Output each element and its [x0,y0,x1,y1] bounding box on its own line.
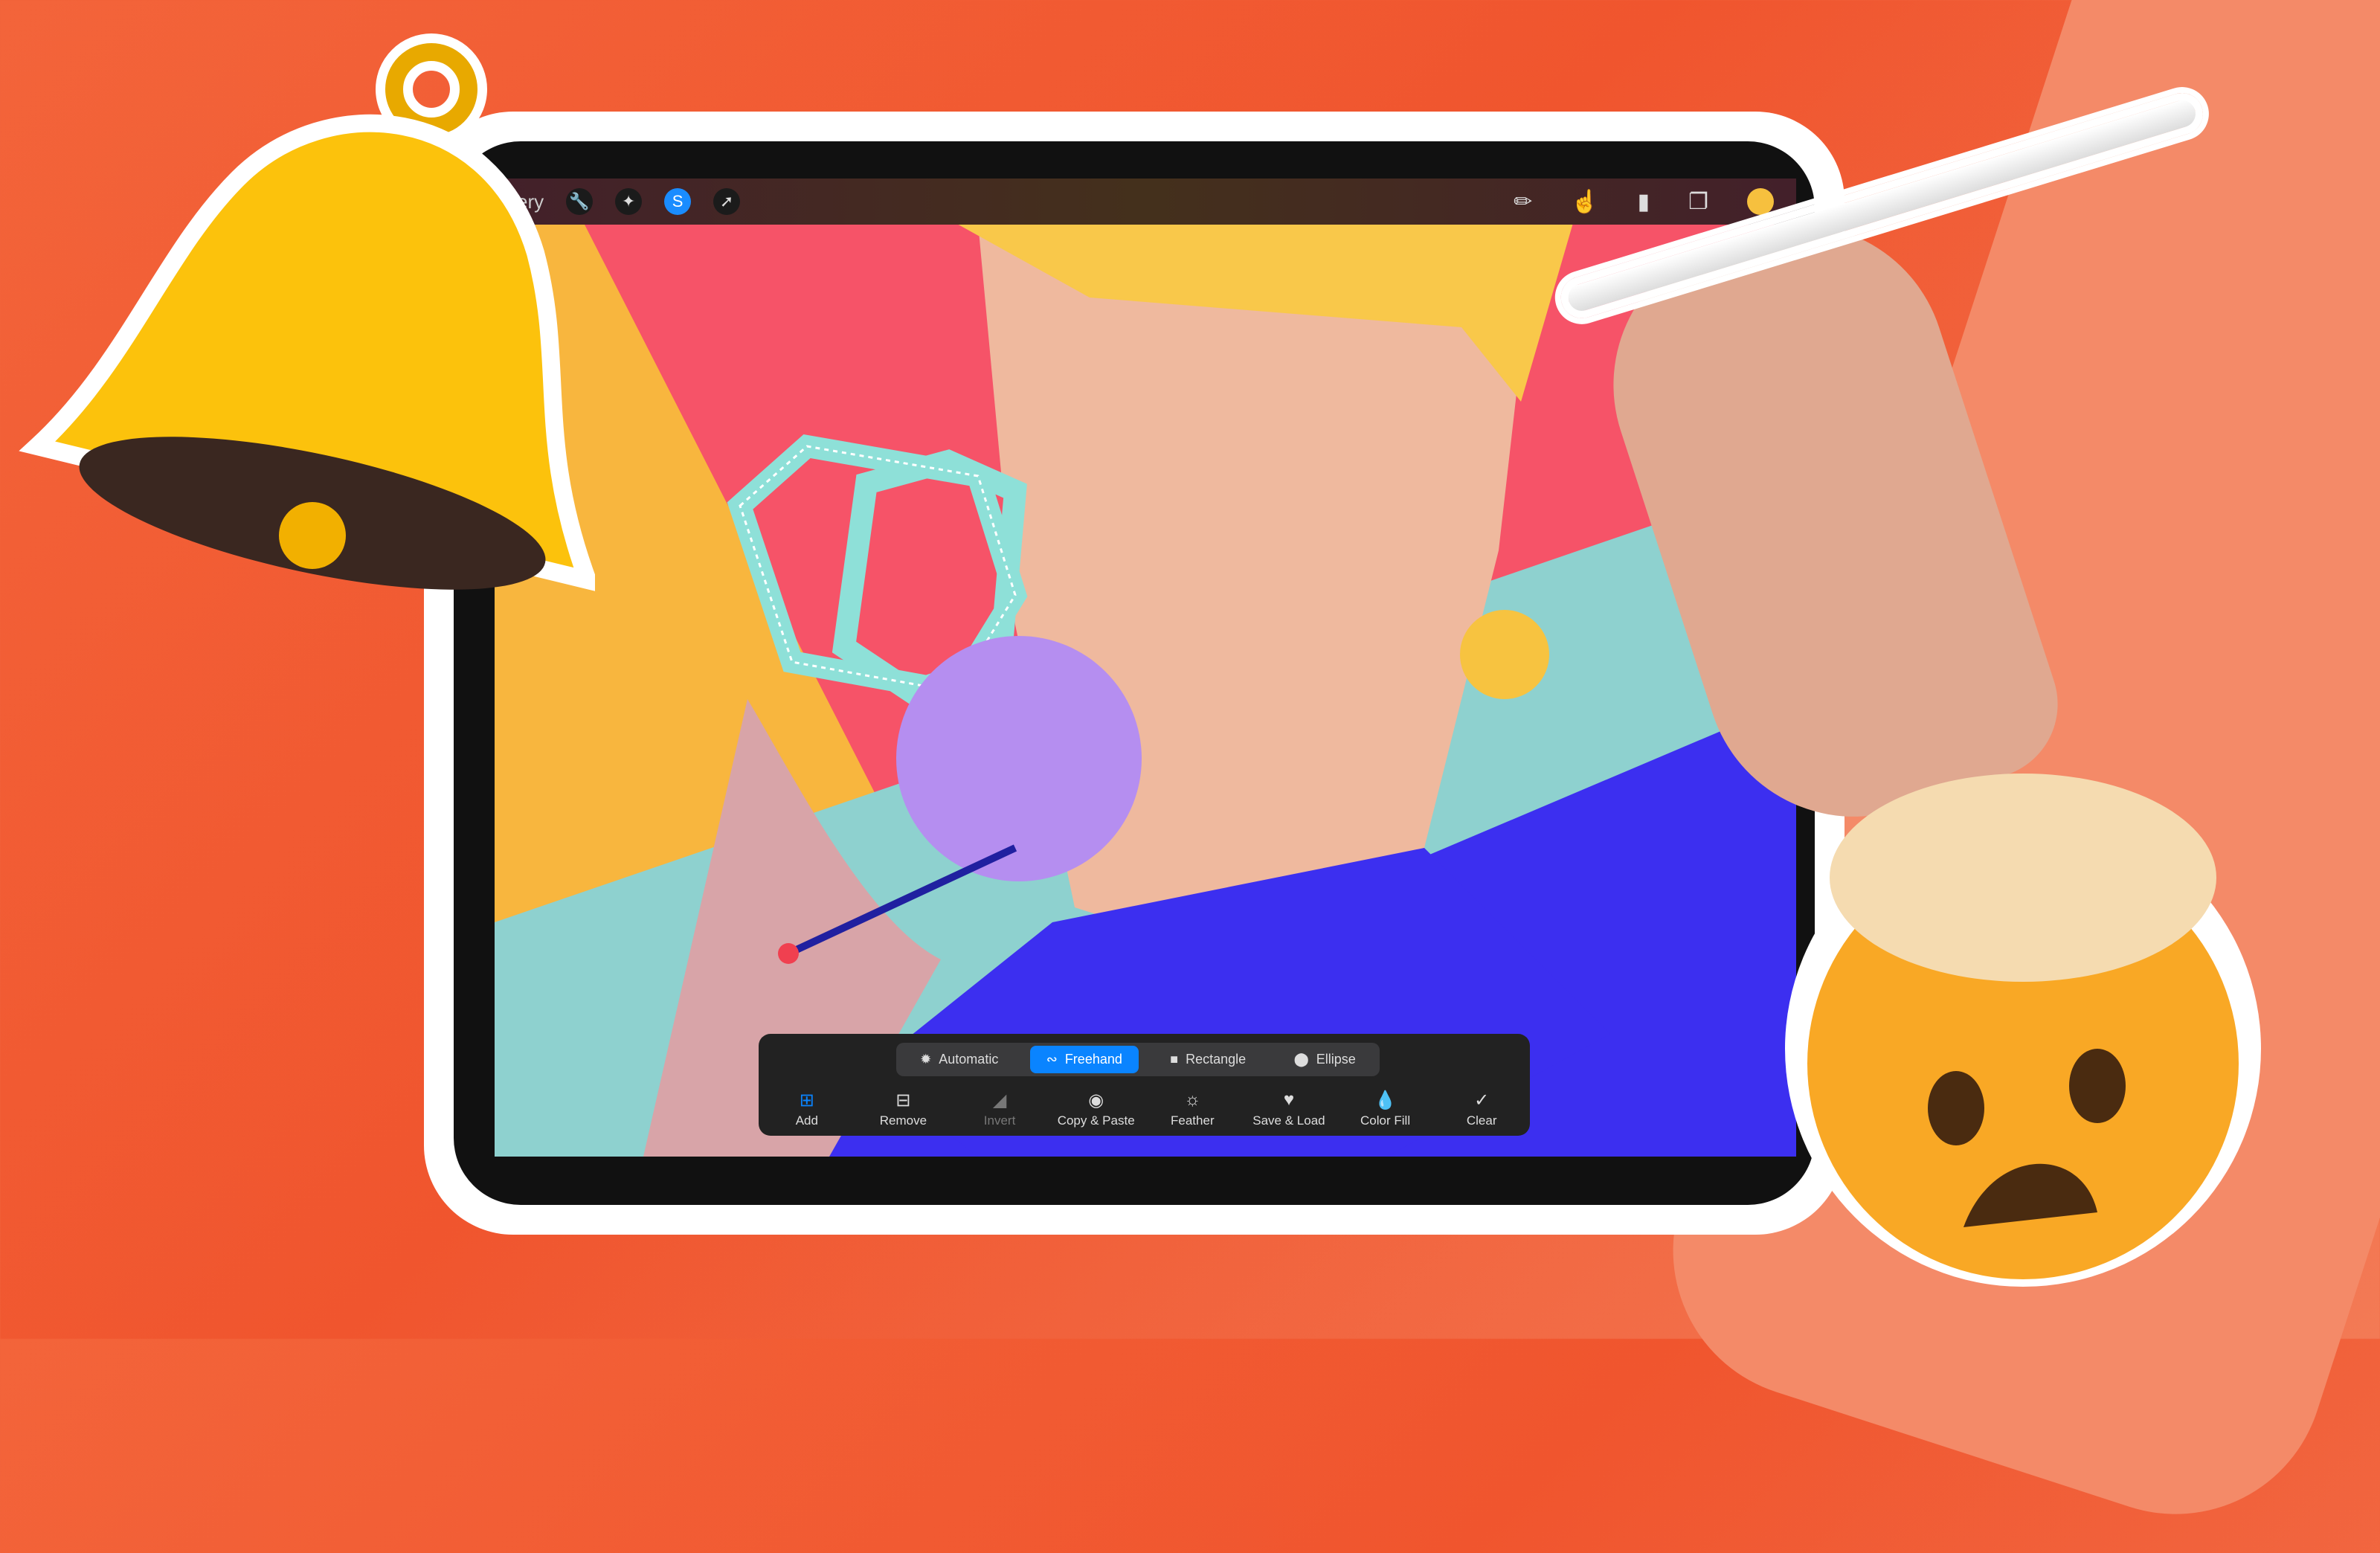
invert-button[interactable]: ◢ Invert [959,1090,1041,1128]
tab-freehand[interactable]: ∾ Freehand [1029,1046,1139,1073]
tab-ellipse[interactable]: ⬤ Ellipse [1278,1046,1372,1073]
clear-button[interactable]: ✓ Clear [1441,1090,1522,1128]
freehand-icon: ∾ [1046,1052,1058,1067]
broom-icon: ✓ [1474,1090,1490,1110]
invert-icon: ◢ [992,1090,1007,1110]
plus-icon: ⊞ [799,1090,814,1110]
feather-button[interactable]: ☼ Feather [1151,1090,1233,1128]
save-load-button[interactable]: ♥ Save & Load [1248,1090,1330,1128]
color-drop-icon: 💧 [1374,1090,1397,1110]
exploding-head-emoji [1785,774,2261,1287]
selection-mode-tabs: ✹ Automatic ∾ Freehand ■ Rectangle ⬤ Ellipse [896,1043,1380,1076]
eraser-icon[interactable]: ▮ [1638,189,1650,215]
rectangle-icon: ■ [1170,1052,1179,1067]
remove-button[interactable]: ⊟ Remove [862,1090,944,1128]
color-swatch[interactable] [1747,188,1774,215]
minus-icon: ⊟ [895,1090,911,1110]
copy-paste-icon: ◉ [1088,1090,1104,1110]
heart-icon: ♥ [1283,1090,1295,1110]
feather-icon: ☼ [1184,1090,1201,1110]
add-button[interactable]: ⊞ Add [766,1090,848,1128]
layers-icon[interactable]: ❐ [1688,189,1708,215]
transform-arrow-icon[interactable]: ➚ [713,188,741,215]
smudge-icon[interactable]: ☝ [1571,189,1598,215]
automatic-icon: ✹ [920,1052,932,1067]
copy-paste-button[interactable]: ◉ Copy & Paste [1055,1090,1137,1128]
top-toolbar: ery 🔧 ✦ S ➚ ✏ ☝ ▮ ❐ [495,179,1796,225]
selection-icon[interactable]: S [664,188,692,215]
tab-automatic[interactable]: ✹ Automatic [904,1046,1014,1073]
selection-panel: ✹ Automatic ∾ Freehand ■ Rectangle ⬤ Ellipse… [759,1034,1530,1136]
color-fill-button[interactable]: 💧 Color Fill [1345,1090,1427,1128]
artwork [495,223,1796,1157]
magic-wand-icon[interactable]: ✦ [615,188,643,215]
tab-rectangle[interactable]: ■ Rectangle [1154,1046,1262,1073]
procreate-canvas[interactable]: ery 🔧 ✦ S ➚ ✏ ☝ ▮ ❐ [495,179,1796,1157]
brush-icon[interactable]: ✏ [1514,189,1532,215]
ellipse-icon: ⬤ [1293,1052,1309,1067]
bell-icon [19,33,595,591]
